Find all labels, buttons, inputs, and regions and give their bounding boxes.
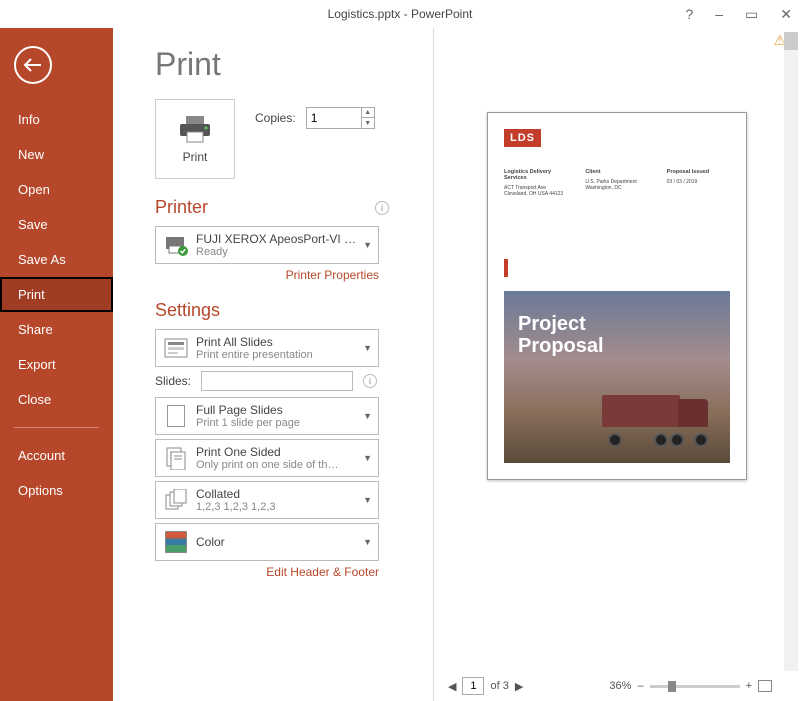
printer-heading: Printer i (155, 197, 415, 218)
zoom-in-button[interactable]: + (746, 680, 752, 692)
sides-title: Print One Sided (196, 445, 359, 459)
full-page-icon (162, 402, 190, 430)
print-button-label: Print (183, 150, 208, 164)
zoom-level-label: 36% (609, 680, 631, 692)
print-what-title: Print All Slides (196, 335, 359, 349)
window-title: Logistics.pptx - PowerPoint (328, 7, 473, 21)
slides-range-input[interactable] (201, 371, 353, 391)
printer-status-icon (162, 231, 190, 259)
minimize-icon[interactable]: – (715, 6, 723, 22)
settings-heading-label: Settings (155, 300, 220, 321)
preview-scrollbar[interactable] (784, 32, 798, 671)
slide-header-columns: Logistics Delivery ServicesACT Transport… (504, 169, 730, 197)
sidebar-item-export[interactable]: Export (0, 347, 113, 382)
chevron-down-icon: ▼ (363, 537, 372, 547)
info-icon[interactable]: i (375, 201, 389, 215)
sidebar-item-share[interactable]: Share (0, 312, 113, 347)
zoom-slider[interactable] (650, 685, 740, 688)
main-area: Info New Open Save Save As Print Share E… (0, 28, 800, 701)
edit-header-footer-link[interactable]: Edit Header & Footer (155, 565, 379, 579)
sidebar-item-saveas[interactable]: Save As (0, 242, 113, 277)
sidebar-item-close[interactable]: Close (0, 382, 113, 417)
info-icon[interactable]: i (363, 374, 377, 388)
copies-spinner[interactable]: ▲▼ (362, 107, 375, 129)
slides-range-row: Slides: i (155, 371, 415, 391)
page-number-input[interactable] (462, 677, 484, 695)
collated-icon (162, 486, 190, 514)
sidebar-item-info[interactable]: Info (0, 102, 113, 137)
one-sided-icon (162, 444, 190, 472)
color-title: Color (196, 535, 359, 549)
chevron-down-icon: ▼ (363, 343, 372, 353)
slide-logo-badge: LDS (504, 129, 541, 147)
truck-graphic (602, 389, 722, 449)
print-what-selector[interactable]: Print All Slides Print entire presentati… (155, 329, 379, 367)
sidebar-item-print[interactable]: Print (0, 277, 113, 312)
copies-control: Copies: ▲▼ (255, 107, 375, 129)
slide-preview: LDS Logistics Delivery ServicesACT Trans… (487, 112, 747, 480)
sidebar-separator (14, 427, 99, 428)
printer-heading-label: Printer (155, 197, 208, 218)
preview-scroll-thumb[interactable] (784, 32, 798, 50)
color-icon (162, 528, 190, 556)
chevron-down-icon: ▼ (363, 240, 372, 250)
sidebar-item-save[interactable]: Save (0, 207, 113, 242)
printer-status: Ready (196, 246, 359, 258)
page-total-label: of 3 (490, 680, 508, 692)
printer-properties-link[interactable]: Printer Properties (155, 268, 379, 282)
backstage-sidebar: Info New Open Save Save As Print Share E… (0, 28, 113, 701)
help-icon[interactable]: ? (685, 6, 693, 22)
fit-to-window-button[interactable] (758, 680, 772, 692)
print-settings-pane: Print Print Copies: ▲▼ (113, 28, 433, 701)
printer-name: FUJI XEROX ApeosPort-VI C3… (196, 232, 359, 246)
sidebar-item-options[interactable]: Options (0, 473, 113, 508)
copies-input[interactable] (306, 107, 362, 129)
title-bar: Logistics.pptx - PowerPoint ? – ▭ ✕ (0, 0, 800, 28)
settings-heading: Settings (155, 300, 415, 321)
collate-sub: 1,2,3 1,2,3 1,2,3 (196, 501, 359, 513)
sidebar-item-new[interactable]: New (0, 137, 113, 172)
color-selector[interactable]: Color ▼ (155, 523, 379, 561)
restore-icon[interactable]: ▭ (745, 6, 758, 23)
chevron-down-icon: ▼ (363, 453, 372, 463)
sidebar-item-open[interactable]: Open (0, 172, 113, 207)
back-button[interactable] (14, 46, 52, 84)
layout-title: Full Page Slides (196, 403, 359, 417)
zoom-out-button[interactable]: – (637, 680, 643, 692)
sides-selector[interactable]: Print One Sided Only print on one side o… (155, 439, 379, 477)
chevron-down-icon: ▼ (363, 411, 372, 421)
slide-title: ProjectProposal (518, 313, 604, 357)
printer-selector[interactable]: FUJI XEROX ApeosPort-VI C3… Ready ▼ (155, 226, 379, 264)
preview-status-bar: ◀ of 3 ▶ 36% – + (434, 675, 786, 697)
slides-label: Slides: (155, 374, 191, 388)
slide-hero-image: ProjectProposal (504, 291, 730, 463)
print-preview-pane: LDS Logistics Delivery ServicesACT Trans… (433, 28, 800, 701)
prev-page-button[interactable]: ◀ (448, 680, 456, 693)
copies-label: Copies: (255, 111, 296, 125)
sidebar-item-account[interactable]: Account (0, 438, 113, 473)
next-page-button[interactable]: ▶ (515, 680, 523, 693)
page-title: Print (155, 46, 415, 83)
close-icon[interactable]: ✕ (780, 6, 792, 23)
slides-icon (162, 334, 190, 362)
printer-icon (178, 114, 212, 144)
collate-title: Collated (196, 487, 359, 501)
layout-sub: Print 1 slide per page (196, 417, 359, 429)
print-row: Print Copies: ▲▼ (155, 99, 415, 179)
print-button[interactable]: Print (155, 99, 235, 179)
window-controls: ? – ▭ ✕ (685, 0, 792, 28)
sides-sub: Only print on one side of th… (196, 459, 359, 471)
content-area: Print Print Copies: ▲▼ (113, 28, 800, 701)
collate-selector[interactable]: Collated 1,2,3 1,2,3 1,2,3 ▼ (155, 481, 379, 519)
layout-selector[interactable]: Full Page Slides Print 1 slide per page … (155, 397, 379, 435)
slide-accent-bar (504, 259, 508, 277)
print-what-sub: Print entire presentation (196, 349, 359, 361)
chevron-down-icon: ▼ (363, 495, 372, 505)
